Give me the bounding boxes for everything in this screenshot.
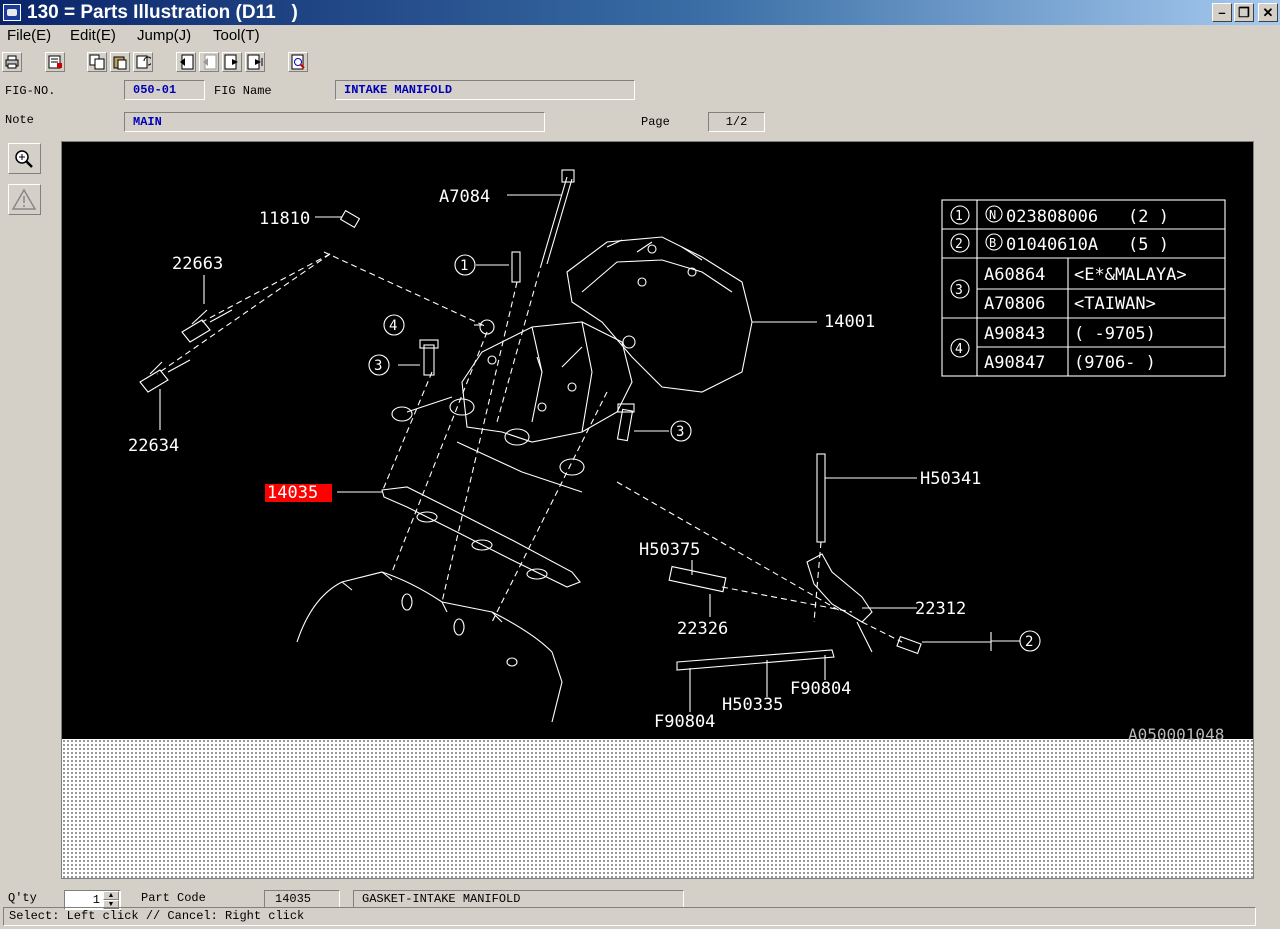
- callout-A7084[interactable]: A7084: [439, 187, 490, 207]
- refresh-icon: [136, 55, 151, 69]
- callout-14035-selected[interactable]: 14035: [267, 483, 318, 503]
- minimize-button[interactable]: –: [1212, 3, 1232, 22]
- fig-no-label: FIG-NO.: [5, 84, 56, 98]
- ref-table-row2-badge: B: [989, 236, 996, 250]
- status-bar: Select: Left click // Cancel: Right clic…: [3, 907, 1256, 926]
- callout-22326[interactable]: 22326: [677, 619, 728, 639]
- restore-icon: ❐: [1238, 5, 1250, 20]
- ref-table-row1-ref: 1: [955, 209, 963, 224]
- part-name-field: GASKET-INTAKE MANIFOLD: [353, 890, 684, 908]
- warning-button[interactable]: [8, 184, 41, 215]
- ref-table-row2-qty: (5 ): [1128, 235, 1169, 255]
- image-code: A050001048: [1128, 725, 1224, 744]
- minimize-icon: –: [1218, 5, 1226, 20]
- page-last-icon: [247, 54, 263, 70]
- ref-table-row4-ref: 4: [955, 342, 963, 357]
- page-next-button[interactable]: [222, 52, 242, 72]
- ref-table-row3-ref: 3: [955, 283, 963, 298]
- ref-table-row3b-note: <TAIWAN>: [1074, 294, 1156, 314]
- title-bar: 130 = Parts Illustration (D11 ) – ❐ ✕: [0, 0, 1280, 25]
- ref-table-row1-qty: (2 ): [1128, 207, 1169, 227]
- warning-icon: [11, 188, 37, 210]
- menu-jump[interactable]: Jump(J): [137, 27, 191, 44]
- parts-drawing-svg[interactable]: 1 2 3 3 4 A7084 11810 22663 22634 14001 …: [62, 142, 1253, 739]
- ref-table-row3b-code[interactable]: A70806: [984, 294, 1045, 314]
- ref-table-row4a-note: ( -9705): [1074, 324, 1156, 344]
- ref-table-row4b-code[interactable]: A90847: [984, 353, 1045, 373]
- page-first-icon: [180, 54, 194, 70]
- circle-ref-2[interactable]: 2: [1025, 634, 1033, 650]
- detail-button[interactable]: [288, 52, 308, 72]
- zoom-in-icon: [15, 150, 33, 168]
- toolbar: [0, 49, 1280, 77]
- page-last-button[interactable]: [245, 52, 265, 72]
- copy-icon: [89, 54, 105, 70]
- zoom-in-button[interactable]: [8, 143, 41, 174]
- parts-drawing[interactable]: 1 2 3 3 4 A7084 11810 22663 22634 14001 …: [62, 142, 1253, 739]
- list-button[interactable]: [45, 52, 65, 72]
- fig-name-label: FIG Name: [214, 84, 272, 98]
- callout-F90804-upper[interactable]: F90804: [790, 679, 851, 699]
- page-prev-icon: [203, 54, 217, 70]
- fig-name-field: INTAKE MANIFOLD: [335, 80, 635, 100]
- ref-table-row3a-code[interactable]: A60864: [984, 265, 1045, 285]
- copy-button[interactable]: [87, 52, 107, 72]
- note-field: MAIN: [124, 112, 545, 132]
- callout-14001[interactable]: 14001: [824, 312, 875, 332]
- fig-no-field: 050-01: [124, 80, 205, 100]
- paste-icon: [113, 56, 127, 70]
- qty-label: Q'ty: [8, 891, 37, 905]
- menu-edit[interactable]: Edit(E): [70, 27, 116, 44]
- circle-ref-4[interactable]: 4: [389, 318, 397, 334]
- circle-ref-3-left[interactable]: 3: [374, 358, 382, 374]
- arrow-up-icon: ▲: [107, 892, 115, 899]
- qty-up-button[interactable]: ▲: [103, 891, 119, 900]
- page-label: Page: [641, 115, 670, 129]
- paste-button[interactable]: [110, 52, 130, 72]
- list-icon: [48, 55, 62, 69]
- hatch-area: [62, 739, 1253, 878]
- callout-22312[interactable]: 22312: [915, 599, 966, 619]
- detail-icon: [291, 54, 305, 70]
- restore-button[interactable]: ❐: [1234, 3, 1254, 22]
- page-prev-button[interactable]: [199, 52, 219, 72]
- ref-table-row1-code[interactable]: 023808006: [1006, 207, 1098, 227]
- menu-tool[interactable]: Tool(T): [213, 27, 260, 44]
- menu-bar: File(E) Edit(E) Jump(J) Tool(T): [0, 25, 1280, 47]
- callout-22634[interactable]: 22634: [128, 436, 179, 456]
- ref-table-row2-ref: 2: [955, 237, 963, 252]
- callout-11810[interactable]: 11810: [259, 209, 310, 229]
- refresh-button[interactable]: [133, 52, 153, 72]
- callout-H50375[interactable]: H50375: [639, 540, 700, 560]
- note-label: Note: [5, 113, 34, 127]
- window-title: 130 = Parts Illustration (D11 ): [27, 2, 298, 23]
- callout-22663[interactable]: 22663: [172, 254, 223, 274]
- menu-file[interactable]: File(E): [7, 27, 51, 44]
- page-field: 1/2: [708, 112, 765, 132]
- ref-table-row4b-note: (9706- ): [1074, 353, 1156, 373]
- close-icon: ✕: [1262, 5, 1274, 20]
- print-icon: [5, 55, 19, 69]
- ref-table-row2-code[interactable]: 01040610A: [1006, 235, 1098, 255]
- page-first-button[interactable]: [176, 52, 196, 72]
- illustration-canvas[interactable]: 1 2 3 3 4 A7084 11810 22663 22634 14001 …: [61, 141, 1254, 879]
- ref-table-row3a-note: <E*&MALAYA>: [1074, 265, 1187, 285]
- qty-value[interactable]: 1: [93, 893, 100, 907]
- page-next-icon: [224, 54, 238, 70]
- circle-ref-3-right[interactable]: 3: [676, 424, 684, 440]
- circle-ref-1[interactable]: 1: [460, 258, 468, 274]
- callout-H50335[interactable]: H50335: [722, 695, 783, 715]
- close-button[interactable]: ✕: [1258, 3, 1278, 22]
- image-code-layer: A050001048: [1128, 725, 1224, 744]
- ref-table-row4a-code[interactable]: A90843: [984, 324, 1045, 344]
- callout-H50341[interactable]: H50341: [920, 469, 981, 489]
- app-icon: [3, 4, 21, 21]
- ref-table-row1-badge: N: [989, 208, 996, 222]
- part-code-label: Part Code: [141, 891, 206, 905]
- print-button[interactable]: [2, 52, 22, 72]
- part-code-field: 14035: [264, 890, 340, 908]
